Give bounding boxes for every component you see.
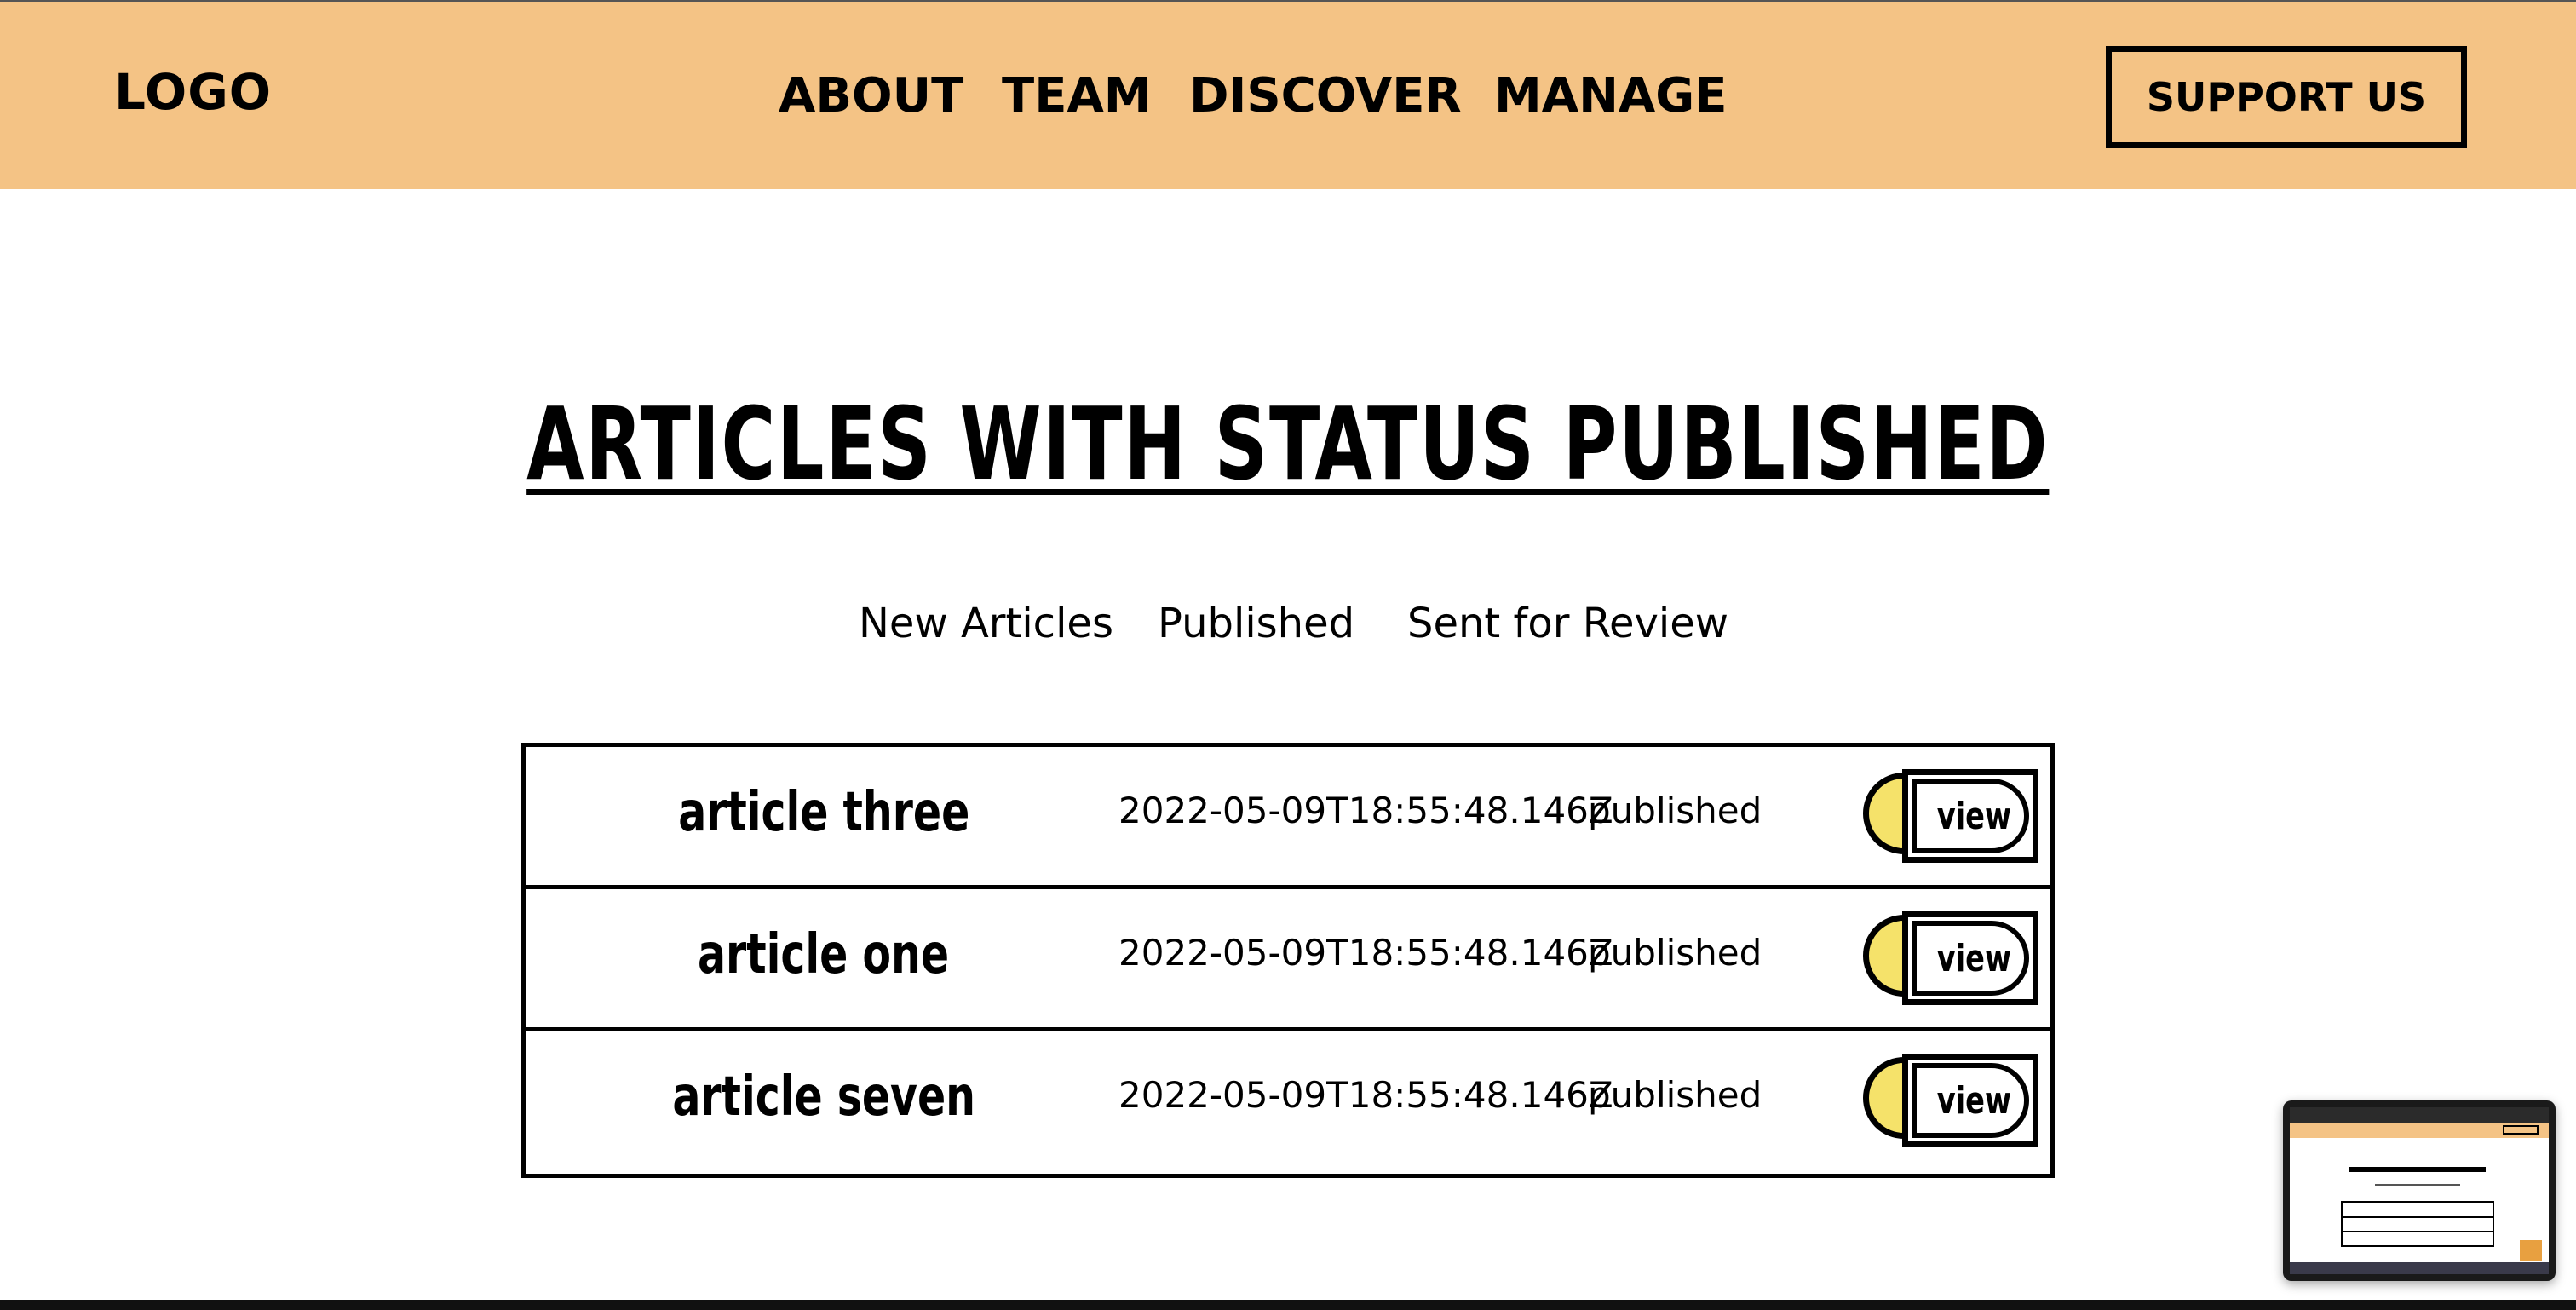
tab-sent-for-review[interactable]: Sent for Review xyxy=(1407,600,1728,647)
view-button[interactable]: view xyxy=(1902,1054,2038,1147)
table-row: article one 2022-05-09T18:55:48.146Z pub… xyxy=(526,889,2050,1031)
table-row: article seven 2022-05-09T18:55:48.146Z p… xyxy=(526,1031,2050,1174)
thumbnail-screen xyxy=(2290,1107,2549,1274)
article-date: 2022-05-09T18:55:48.146Z xyxy=(1118,790,1613,831)
tab-new-articles[interactable]: New Articles xyxy=(859,600,1113,647)
nav-manage[interactable]: MANAGE xyxy=(1494,68,1728,124)
nav-team[interactable]: TEAM xyxy=(1002,68,1152,124)
status-tabs: New Articles Published Sent for Review xyxy=(0,600,2576,659)
view-control: view xyxy=(1863,1054,2038,1147)
article-title: article three xyxy=(677,781,970,844)
bottom-edge xyxy=(0,1300,2576,1310)
view-control: view xyxy=(1863,911,2038,1005)
nav-discover[interactable]: DISCOVER xyxy=(1189,68,1462,124)
page-title: ARTICLES WITH STATUS PUBLISHED xyxy=(0,385,2576,503)
article-title: article seven xyxy=(672,1066,975,1129)
article-status: published xyxy=(1588,790,1762,831)
tab-published[interactable]: Published xyxy=(1158,600,1354,647)
article-status: published xyxy=(1588,932,1762,974)
page-title-text: ARTICLES WITH STATUS PUBLISHED xyxy=(526,385,2050,503)
article-date: 2022-05-09T18:55:48.146Z xyxy=(1118,1074,1613,1116)
view-label: view xyxy=(1936,794,2011,838)
view-label: view xyxy=(1936,936,2011,980)
site-header: LOGO ABOUT TEAM DISCOVER MANAGE SUPPORT … xyxy=(0,0,2576,189)
article-date: 2022-05-09T18:55:48.146Z xyxy=(1118,932,1613,974)
support-us-button[interactable]: SUPPORT US xyxy=(2106,46,2467,148)
page: LOGO ABOUT TEAM DISCOVER MANAGE SUPPORT … xyxy=(0,0,2576,1310)
articles-table: article three 2022-05-09T18:55:48.146Z p… xyxy=(521,743,2055,1178)
article-status: published xyxy=(1588,1074,1762,1116)
table-row: article three 2022-05-09T18:55:48.146Z p… xyxy=(526,747,2050,889)
nav-about[interactable]: ABOUT xyxy=(779,68,963,124)
view-label: view xyxy=(1936,1078,2011,1123)
article-title: article one xyxy=(698,923,950,986)
view-button[interactable]: view xyxy=(1902,769,2038,863)
view-control: view xyxy=(1863,769,2038,863)
view-button[interactable]: view xyxy=(1902,911,2038,1005)
screenshot-thumbnail[interactable] xyxy=(2283,1100,2556,1281)
